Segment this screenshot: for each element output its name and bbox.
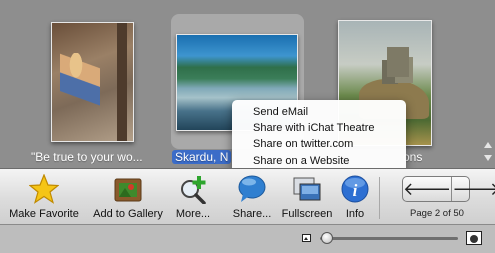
- toolbar: Make Favorite Add to Gallery More... Sha…: [0, 168, 495, 225]
- right-arrow-icon: 🡒: [452, 179, 495, 199]
- fullscreen-button[interactable]: Fullscreen: [278, 171, 336, 223]
- photo-caption[interactable]: "Be true to your wo...: [31, 150, 156, 164]
- menu-item-send-email[interactable]: Send eMail: [232, 104, 406, 120]
- photo-detail: [387, 47, 409, 77]
- zoom-slider-knob[interactable]: [320, 232, 333, 244]
- left-arrow-icon: 🡐: [403, 179, 452, 199]
- page-indicator: Page 2 of 50: [410, 208, 464, 219]
- zoom-slider-track[interactable]: [320, 237, 458, 240]
- previous-page-button[interactable]: 🡐: [403, 177, 451, 201]
- photo-girl-on-swing[interactable]: [51, 22, 134, 142]
- menu-item-twitter[interactable]: Share on twitter.com: [232, 136, 406, 152]
- photo-detail: [117, 23, 127, 141]
- add-to-gallery-button[interactable]: Add to Gallery: [88, 171, 168, 223]
- small-thumbnail-icon[interactable]: [302, 234, 311, 242]
- fullscreen-screens-icon: [293, 177, 321, 201]
- picture-frame-icon: [114, 178, 142, 202]
- add-to-gallery-label: Add to Gallery: [93, 208, 163, 220]
- more-label: More...: [175, 208, 211, 220]
- toolbar-divider: [379, 177, 380, 219]
- more-button[interactable]: More...: [170, 171, 216, 223]
- scroll-down-arrow-icon[interactable]: [484, 155, 492, 161]
- next-page-button[interactable]: 🡒: [451, 177, 495, 201]
- star-icon: [29, 174, 59, 204]
- speech-bubble-icon: [238, 175, 266, 202]
- make-favorite-label: Make Favorite: [9, 208, 79, 220]
- svg-text:i: i: [353, 181, 358, 200]
- photo-detail: [60, 53, 100, 113]
- zoom-bar: [0, 225, 495, 253]
- photo-caption-selected[interactable]: Skardu, N: [172, 150, 232, 164]
- fullscreen-label: Fullscreen: [281, 208, 333, 220]
- menu-item-website[interactable]: Share on a Website: [232, 153, 406, 169]
- menu-item-ichat-theatre[interactable]: Share with iChat Theatre: [232, 120, 406, 136]
- share-label: Share...: [232, 208, 272, 220]
- info-icon: i: [341, 175, 369, 203]
- info-label: Info: [345, 208, 365, 220]
- magnifier-plus-icon: [181, 176, 206, 204]
- share-menu: Send eMail Share with iChat Theatre Shar…: [232, 100, 406, 173]
- scroll-up-arrow-icon[interactable]: [484, 142, 492, 148]
- share-button[interactable]: Share...: [228, 171, 276, 223]
- page-navigation: 🡐 🡒: [402, 176, 495, 202]
- make-favorite-button[interactable]: Make Favorite: [4, 171, 84, 223]
- info-button[interactable]: i Info: [338, 171, 372, 223]
- large-thumbnail-icon[interactable]: [466, 231, 482, 245]
